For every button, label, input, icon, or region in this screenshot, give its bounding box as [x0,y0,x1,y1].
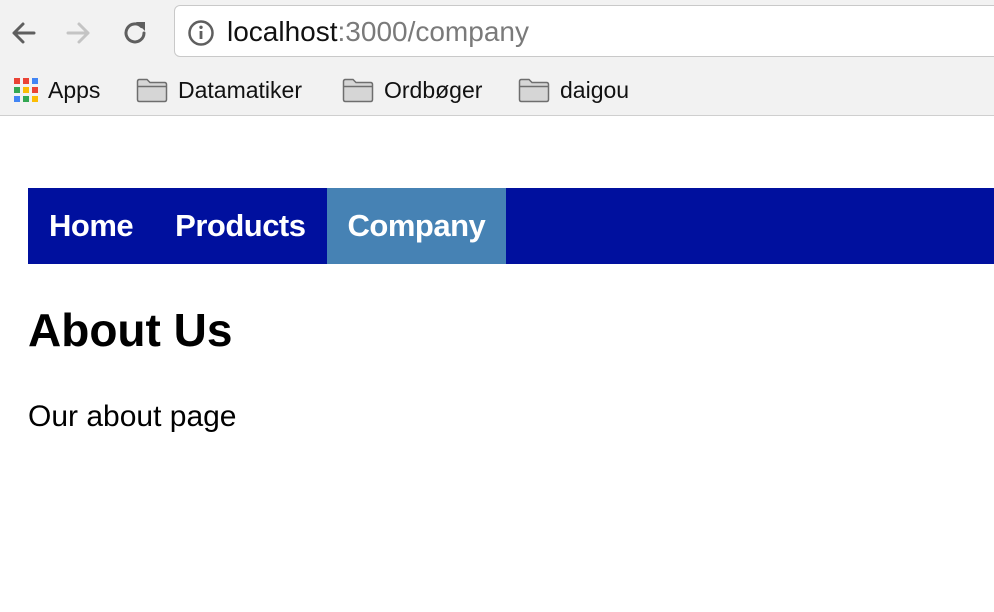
arrow-left-icon [12,22,36,44]
bookmark-folder-ordboger[interactable]: Ordbøger [342,72,482,108]
nav-link-home[interactable]: Home [28,188,154,264]
arrow-right-icon [66,22,90,44]
page-text: Our about page [28,400,237,433]
url-path: :3000/company [337,16,529,47]
bookmark-folder-datamatiker[interactable]: Datamatiker [136,72,302,108]
reload-icon [124,22,146,44]
nav-link-products[interactable]: Products [154,188,326,264]
bookmark-label: daigou [560,76,630,103]
address-bar[interactable]: localhost:3000/company [174,5,994,57]
apps-grid-icon [14,78,38,102]
forward-button[interactable] [62,14,96,52]
folder-icon [342,78,374,103]
bookmark-label: Datamatiker [178,76,302,103]
nav-link-company[interactable]: Company [326,188,507,264]
url-host: localhost [227,16,338,47]
site-nav: Home Products Company [28,188,994,264]
folder-icon [136,78,168,103]
info-icon[interactable] [187,19,215,47]
url-text[interactable]: localhost:3000/company [227,16,529,48]
bookmark-label: Apps [48,76,101,103]
back-button[interactable] [6,14,40,52]
bookmark-label: Ordbøger [384,76,483,103]
page-title: About Us [28,304,233,356]
bookmark-apps[interactable]: Apps [14,72,100,108]
browser-toolbar: localhost:3000/company [0,0,994,66]
reload-button[interactable] [118,14,152,52]
folder-icon [518,78,550,103]
bookmark-folder-daigou[interactable]: daigou [518,72,629,108]
bookmarks-bar: Apps Datamatiker Ordbøger daigou [0,66,994,116]
